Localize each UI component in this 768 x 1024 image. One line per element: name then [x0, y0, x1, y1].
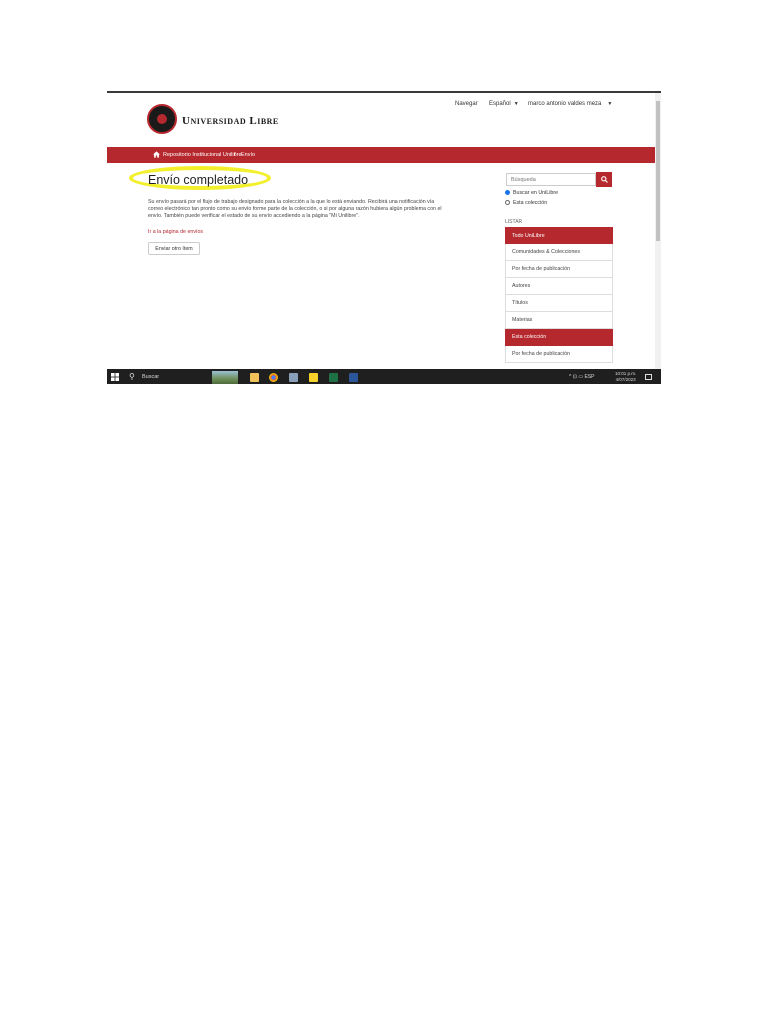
page-scrollbar[interactable] [655, 93, 661, 369]
radio-unchecked-icon [505, 200, 510, 206]
windows-start-icon[interactable] [111, 373, 119, 381]
submit-another-item-button[interactable]: Enviar otro ítem [148, 242, 200, 255]
nav-language[interactable]: Español ▼ [489, 101, 519, 107]
menu-item-coleccion-fecha[interactable]: Por fecha de publicación [505, 346, 613, 363]
return-to-submissions-link[interactable]: Ir a la página de envíos [148, 229, 203, 235]
chrome-icon[interactable] [269, 373, 278, 382]
menu-item-autores[interactable]: Autores [505, 278, 613, 295]
page-title: Envío completado [148, 173, 249, 187]
radio-search-unilibre[interactable]: Buscar en UniLibre [505, 190, 558, 196]
browser-screenshot: Universidad Libre Navegar Español ▼ marco… [107, 91, 661, 384]
menu-item-titulos[interactable]: Títulos [505, 295, 613, 312]
nav-navegar[interactable]: Navegar [455, 101, 478, 107]
language-indicator[interactable]: ESP [584, 374, 594, 380]
logo-text: Universidad Libre [182, 115, 279, 127]
menu-item-comunidades[interactable]: Comunidades & Colecciones [505, 244, 613, 261]
radio-this-collection[interactable]: Esta colección [505, 200, 547, 206]
user-name: marco antonio valdes meza [528, 101, 602, 107]
caret-down-icon: ▼ [607, 101, 613, 107]
listar-heading: LISTAR [505, 219, 523, 225]
language-label: Español [489, 101, 511, 107]
landscape-thumbnail [212, 371, 238, 384]
word-icon[interactable] [349, 373, 358, 382]
menu-item-fecha[interactable]: Por fecha de publicación [505, 261, 613, 278]
breadcrumb-current: Envío [241, 152, 256, 158]
breadcrumb-home-link[interactable]: Repositorio Institucional Unilibre [163, 152, 242, 158]
breadcrumb-separator: / [234, 152, 236, 158]
radio-checked-icon [505, 190, 510, 196]
notification-icon[interactable] [645, 374, 652, 380]
sticky-notes-icon[interactable] [309, 373, 318, 382]
file-explorer-icon[interactable] [250, 373, 259, 382]
system-tray: ^ ⊡ ▭ ESP [569, 374, 595, 380]
site-header: Universidad Libre Navegar Español ▼ marco… [107, 93, 655, 147]
radio-label: Buscar en UniLibre [513, 190, 559, 196]
nav-user-menu[interactable]: marco antonio valdes meza ▼ [528, 101, 612, 107]
menu-item-materias[interactable]: Materias [505, 312, 613, 329]
radio-label: Esta colección [513, 200, 548, 206]
windows-taskbar: ⚲ Buscar ^ ⊡ ▭ ESP 10:01 p.m. 4/07/2023 [107, 369, 661, 384]
submission-message: Su envío pasará por el flujo de trabajo … [148, 199, 442, 219]
menu-item-todo-unilibre[interactable]: Todo UniLibre [505, 227, 613, 244]
clock[interactable]: 10:01 p.m. 4/07/2023 [615, 371, 636, 383]
breadcrumb: Repositorio Institucional Unilibre / Env… [107, 147, 655, 163]
search-input[interactable] [506, 173, 596, 186]
home-icon [153, 151, 160, 158]
app-icon[interactable] [289, 373, 298, 382]
browse-menu: Todo UniLibre Comunidades & Colecciones … [505, 227, 613, 363]
caret-down-icon: ▼ [513, 101, 519, 107]
university-seal-logo [147, 104, 177, 134]
taskbar-search[interactable]: Buscar [142, 374, 159, 380]
excel-icon[interactable] [329, 373, 338, 382]
search-icon: ⚲ [129, 372, 135, 381]
scroll-thumb[interactable] [656, 101, 660, 241]
clock-time: 10:01 p.m. [615, 371, 637, 376]
clock-date: 4/07/2023 [615, 377, 636, 382]
search-button[interactable] [596, 172, 612, 187]
search-icon [600, 176, 608, 184]
menu-item-esta-coleccion[interactable]: Esta colección [505, 329, 613, 346]
